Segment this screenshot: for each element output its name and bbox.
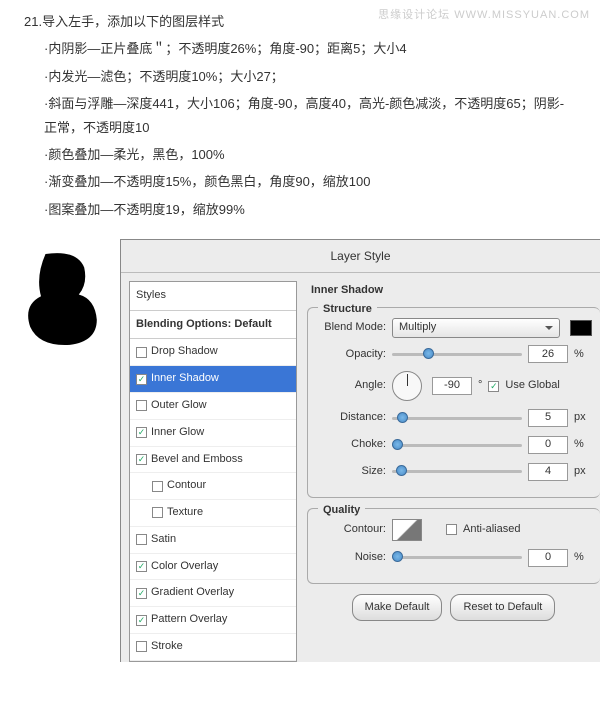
choke-label: Choke: (316, 435, 386, 455)
bullet: ·内发光—滤色；不透明度10%；大小27； (24, 65, 576, 88)
hand-shape-preview (14, 249, 114, 662)
style-row-color-overlay[interactable]: ✓ Color Overlay (130, 554, 296, 581)
blend-mode-label: Blend Mode: (316, 318, 386, 338)
bullet: ·斜面与浮雕—深度441，大小106；角度-90，高度40，高光-颜色减淡，不透… (24, 92, 576, 139)
bullet: ·图案叠加—不透明度19，缩放99% (24, 198, 576, 221)
structure-group: Structure Blend Mode: Multiply Opacity: … (307, 307, 600, 498)
angle-label: Angle: (316, 376, 386, 396)
style-row-inner-glow[interactable]: ✓ Inner Glow (130, 420, 296, 447)
style-checkbox[interactable] (136, 641, 147, 652)
choke-input[interactable]: 0 (528, 436, 568, 454)
size-slider[interactable] (392, 465, 522, 479)
choke-slider[interactable] (392, 438, 522, 452)
style-checkbox[interactable] (152, 507, 163, 518)
use-global-checkbox[interactable]: ✓ (488, 381, 499, 392)
style-checkbox[interactable]: ✓ (136, 615, 147, 626)
size-label: Size: (316, 462, 386, 482)
style-label: Contour (167, 476, 206, 496)
style-checkbox[interactable]: ✓ (136, 561, 147, 572)
style-label: Stroke (151, 637, 183, 657)
style-checkbox[interactable]: ✓ (136, 427, 147, 438)
style-checkbox[interactable] (152, 481, 163, 492)
reset-default-button[interactable]: Reset to Default (450, 594, 555, 622)
style-label: Inner Glow (151, 423, 204, 443)
use-global-label: Use Global (505, 376, 559, 396)
blending-options-row[interactable]: Blending Options: Default (130, 311, 296, 340)
opacity-input[interactable]: 26 (528, 345, 568, 363)
style-checkbox[interactable]: ✓ (136, 374, 147, 385)
style-label: Satin (151, 530, 176, 550)
choke-unit: % (574, 435, 592, 455)
angle-dial[interactable] (392, 371, 422, 401)
layer-style-dialog: Layer Style Styles Blending Options: Def… (120, 239, 600, 662)
noise-unit: % (574, 548, 592, 568)
contour-label: Contour: (316, 520, 386, 540)
style-checkbox[interactable]: ✓ (136, 454, 147, 465)
style-row-outer-glow[interactable]: Outer Glow (130, 393, 296, 420)
dialog-title: Layer Style (121, 240, 600, 273)
make-default-button[interactable]: Make Default (352, 594, 443, 622)
angle-input[interactable]: -90 (432, 377, 472, 395)
opacity-unit: % (574, 345, 592, 365)
quality-label: Quality (318, 501, 365, 521)
structure-label: Structure (318, 300, 377, 320)
distance-unit: px (574, 408, 592, 428)
opacity-label: Opacity: (316, 345, 386, 365)
style-row-inner-shadow[interactable]: ✓ Inner Shadow (130, 366, 296, 393)
style-label: Inner Shadow (151, 369, 219, 389)
section-title: Inner Shadow (311, 281, 600, 301)
bullet: ·渐变叠加—不透明度15%，颜色黑白，角度90，缩放100 (24, 170, 576, 193)
size-input[interactable]: 4 (528, 463, 568, 481)
anti-aliased-label: Anti-aliased (463, 520, 520, 540)
style-label: Gradient Overlay (151, 583, 234, 603)
style-checkbox[interactable] (136, 347, 147, 358)
styles-list: Styles Blending Options: Default Drop Sh… (129, 281, 297, 662)
opacity-slider[interactable] (392, 347, 522, 361)
style-label: Outer Glow (151, 396, 207, 416)
size-unit: px (574, 462, 592, 482)
style-label: Bevel and Emboss (151, 450, 243, 470)
style-row-gradient-overlay[interactable]: ✓ Gradient Overlay (130, 580, 296, 607)
styles-header[interactable]: Styles (130, 282, 296, 311)
style-row-stroke[interactable]: Stroke (130, 634, 296, 661)
watermark-text: 思缘设计论坛 WWW.MISSYUAN.COM (378, 6, 590, 26)
noise-slider[interactable] (392, 551, 522, 565)
shadow-color-swatch[interactable] (570, 320, 592, 336)
style-checkbox[interactable] (136, 534, 147, 545)
distance-slider[interactable] (392, 411, 522, 425)
quality-group: Quality Contour: Anti-aliased Noise: 0 % (307, 508, 600, 584)
style-checkbox[interactable]: ✓ (136, 588, 147, 599)
style-row-texture[interactable]: Texture (130, 500, 296, 527)
contour-picker[interactable] (392, 519, 422, 541)
style-label: Color Overlay (151, 557, 218, 577)
style-row-pattern-overlay[interactable]: ✓ Pattern Overlay (130, 607, 296, 634)
style-row-contour[interactable]: Contour (130, 473, 296, 500)
bullet: ·内阴影—正片叠底＂；不透明度26%；角度-90；距离5；大小4 (24, 37, 576, 60)
settings-panel: Inner Shadow Structure Blend Mode: Multi… (297, 281, 600, 662)
bullet: ·颜色叠加—柔光，黑色，100% (24, 143, 576, 166)
distance-label: Distance: (316, 408, 386, 428)
style-row-drop-shadow[interactable]: Drop Shadow (130, 339, 296, 366)
noise-label: Noise: (316, 548, 386, 568)
style-label: Texture (167, 503, 203, 523)
noise-input[interactable]: 0 (528, 549, 568, 567)
style-row-satin[interactable]: Satin (130, 527, 296, 554)
style-checkbox[interactable] (136, 400, 147, 411)
blend-mode-select[interactable]: Multiply (392, 318, 560, 338)
style-label: Drop Shadow (151, 342, 218, 362)
style-row-bevel-and-emboss[interactable]: ✓ Bevel and Emboss (130, 447, 296, 474)
anti-aliased-checkbox[interactable] (446, 524, 457, 535)
style-label: Pattern Overlay (151, 610, 227, 630)
distance-input[interactable]: 5 (528, 409, 568, 427)
tutorial-text: 21.导入左手，添加以下的图层样式 ·内阴影—正片叠底＂；不透明度26%；角度-… (0, 0, 600, 221)
